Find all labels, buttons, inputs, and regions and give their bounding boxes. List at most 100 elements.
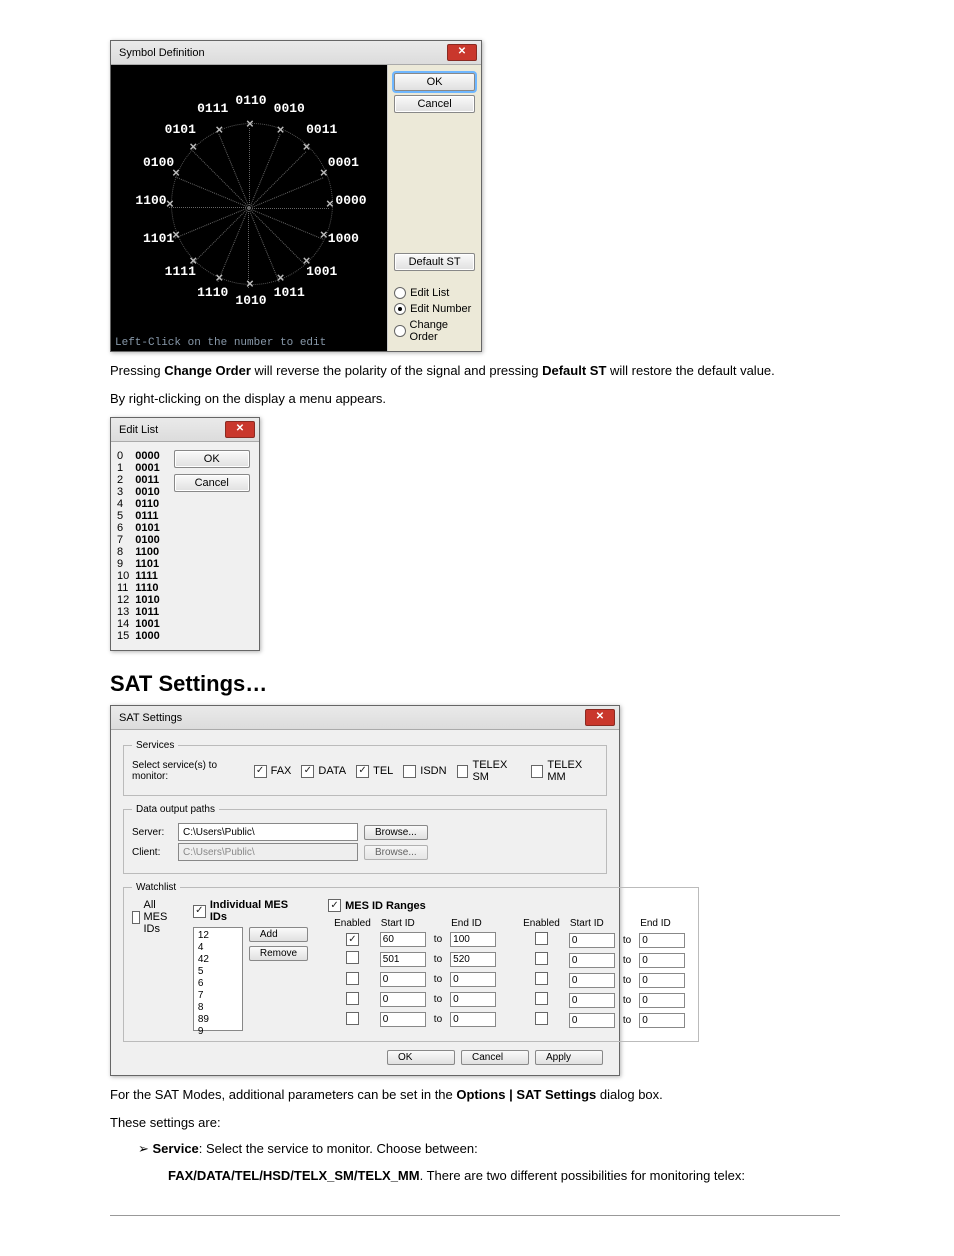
individual-mes-checkbox[interactable]: Individual MES IDs bbox=[193, 899, 308, 923]
range-end-input[interactable] bbox=[639, 953, 685, 968]
range-enabled-checkbox[interactable] bbox=[535, 1012, 548, 1025]
server-path-input[interactable] bbox=[178, 823, 358, 841]
range-enabled-checkbox[interactable] bbox=[535, 932, 548, 945]
list-item[interactable]: 9 bbox=[198, 1026, 238, 1038]
table-row[interactable]: 141001 bbox=[117, 618, 166, 630]
table-row[interactable]: 10001 bbox=[117, 462, 166, 474]
table-row[interactable]: 111110 bbox=[117, 582, 166, 594]
constellation-point[interactable]: 0010 bbox=[269, 101, 309, 116]
table-row[interactable]: 70100 bbox=[117, 534, 166, 546]
list-item[interactable]: 42 bbox=[198, 954, 238, 966]
range-start-input[interactable] bbox=[569, 993, 615, 1008]
range-end-input[interactable] bbox=[639, 973, 685, 988]
add-button[interactable]: Add bbox=[249, 927, 308, 942]
list-item[interactable]: 5 bbox=[198, 966, 238, 978]
range-start-input[interactable] bbox=[380, 972, 426, 987]
constellation-point[interactable]: 0110 bbox=[231, 93, 271, 108]
all-mes-checkbox[interactable]: All MES IDs bbox=[132, 899, 173, 935]
table-row[interactable]: 151000 bbox=[117, 630, 166, 642]
ok-button[interactable]: OK bbox=[387, 1050, 455, 1065]
table-row[interactable]: 60101 bbox=[117, 522, 166, 534]
list-item[interactable]: 89 bbox=[198, 1014, 238, 1026]
range-enabled-checkbox[interactable] bbox=[346, 1012, 359, 1025]
table-row[interactable]: 00000 bbox=[117, 450, 166, 462]
range-enabled-checkbox[interactable] bbox=[346, 951, 359, 964]
constellation-marker: × bbox=[326, 197, 334, 212]
cancel-button[interactable]: Cancel bbox=[394, 95, 475, 113]
constellation-canvas[interactable]: Left-Click on the number to edit 0000×00… bbox=[111, 65, 387, 351]
range-end-input[interactable] bbox=[639, 933, 685, 948]
service-checkbox-data[interactable]: DATA bbox=[301, 759, 346, 783]
cancel-button[interactable]: Cancel bbox=[174, 474, 250, 492]
range-end-input[interactable] bbox=[639, 993, 685, 1008]
apply-button[interactable]: Apply bbox=[535, 1050, 603, 1065]
remove-button[interactable]: Remove bbox=[249, 946, 308, 961]
close-icon[interactable]: ✕ bbox=[447, 44, 477, 61]
table-row[interactable]: 131011 bbox=[117, 606, 166, 618]
constellation-point[interactable]: 0000 bbox=[331, 193, 371, 208]
range-enabled-checkbox[interactable] bbox=[346, 933, 359, 946]
range-end-input[interactable] bbox=[450, 1012, 496, 1027]
service-checkbox-telex-mm[interactable]: TELEX MM bbox=[531, 759, 598, 783]
constellation-point[interactable]: 0011 bbox=[302, 122, 342, 137]
cancel-button[interactable]: Cancel bbox=[461, 1050, 529, 1065]
table-row[interactable]: 91101 bbox=[117, 558, 166, 570]
range-enabled-checkbox[interactable] bbox=[535, 992, 548, 1005]
ok-button[interactable]: OK bbox=[174, 450, 250, 468]
dialog-titlebar[interactable]: Edit List ✕ bbox=[111, 418, 259, 442]
service-checkbox-fax[interactable]: FAX bbox=[254, 759, 292, 783]
radio-edit-list[interactable]: Edit List bbox=[394, 287, 475, 299]
range-start-input[interactable] bbox=[380, 952, 426, 967]
mes-id-list[interactable]: 124425678899 bbox=[193, 927, 243, 1031]
range-start-input[interactable] bbox=[569, 953, 615, 968]
table-row[interactable]: 20011 bbox=[117, 474, 166, 486]
range-end-input[interactable] bbox=[450, 952, 496, 967]
dialog-titlebar[interactable]: SAT Settings ✕ bbox=[111, 706, 619, 730]
range-start-input[interactable] bbox=[380, 992, 426, 1007]
list-item[interactable]: 8 bbox=[198, 1002, 238, 1014]
range-end-input[interactable] bbox=[450, 992, 496, 1007]
constellation-point[interactable]: 0111 bbox=[193, 101, 233, 116]
browse-server-button[interactable]: Browse... bbox=[364, 825, 428, 840]
constellation-point[interactable]: 0101 bbox=[160, 122, 200, 137]
list-item[interactable]: 4 bbox=[198, 942, 238, 954]
constellation-point[interactable]: 1110 bbox=[193, 285, 233, 300]
list-item[interactable]: 7 bbox=[198, 990, 238, 1002]
range-enabled-checkbox[interactable] bbox=[346, 992, 359, 1005]
service-checkbox-isdn[interactable]: ISDN bbox=[403, 759, 446, 783]
close-icon[interactable]: ✕ bbox=[225, 421, 255, 438]
service-checkbox-telex-sm[interactable]: TELEX SM bbox=[457, 759, 522, 783]
range-start-input[interactable] bbox=[380, 932, 426, 947]
dialog-titlebar[interactable]: Symbol Definition ✕ bbox=[111, 41, 481, 65]
service-checkbox-tel[interactable]: TEL bbox=[356, 759, 393, 783]
range-end-input[interactable] bbox=[450, 932, 496, 947]
list-item[interactable]: 6 bbox=[198, 978, 238, 990]
constellation-point[interactable]: 1000 bbox=[323, 231, 363, 246]
range-enabled-checkbox[interactable] bbox=[535, 972, 548, 985]
default-st-button[interactable]: Default ST bbox=[394, 253, 475, 271]
mes-ranges-checkbox[interactable]: MES ID Ranges bbox=[328, 899, 690, 912]
table-row[interactable]: 40110 bbox=[117, 498, 166, 510]
range-start-input[interactable] bbox=[569, 1013, 615, 1028]
radio-edit-number[interactable]: Edit Number bbox=[394, 303, 475, 315]
range-start-input[interactable] bbox=[569, 973, 615, 988]
range-start-input[interactable] bbox=[380, 1012, 426, 1027]
table-row[interactable]: 50111 bbox=[117, 510, 166, 522]
range-enabled-checkbox[interactable] bbox=[346, 972, 359, 985]
ok-button[interactable]: OK bbox=[394, 73, 475, 91]
constellation-point[interactable]: 0001 bbox=[323, 155, 363, 170]
constellation-point[interactable]: 1010 bbox=[231, 293, 271, 308]
list-item[interactable]: 12 bbox=[198, 930, 238, 942]
range-enabled-checkbox[interactable] bbox=[535, 952, 548, 965]
table-row[interactable]: 121010 bbox=[117, 594, 166, 606]
table-row[interactable]: 81100 bbox=[117, 546, 166, 558]
table-row[interactable]: 30010 bbox=[117, 486, 166, 498]
constellation-point[interactable]: 1011 bbox=[269, 285, 309, 300]
range-start-input[interactable] bbox=[569, 933, 615, 948]
radio-change-order[interactable]: Change Order bbox=[394, 319, 475, 343]
table-row[interactable]: 101111 bbox=[117, 570, 166, 582]
range-end-input[interactable] bbox=[639, 1013, 685, 1028]
constellation-point[interactable]: 1100 bbox=[131, 193, 171, 208]
range-end-input[interactable] bbox=[450, 972, 496, 987]
close-icon[interactable]: ✕ bbox=[585, 709, 615, 726]
